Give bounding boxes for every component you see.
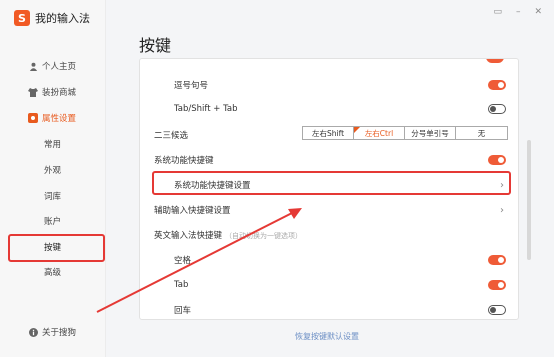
annotation-arrow-icon [96, 208, 302, 313]
